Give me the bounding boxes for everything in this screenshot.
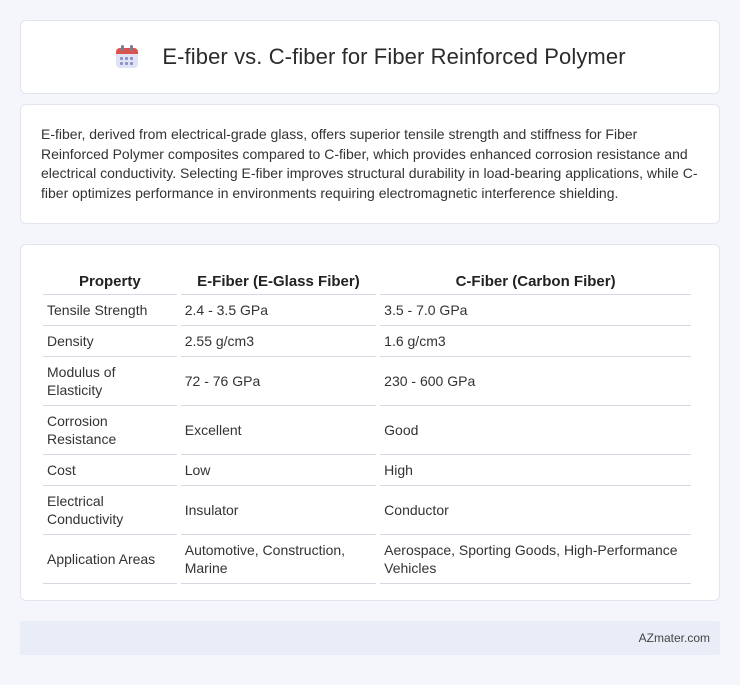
footer-brand: AZmater.com	[638, 631, 710, 645]
e-fiber-cell: 2.55 g/cm3	[180, 326, 377, 357]
title-card: E-fiber vs. C-fiber for Fiber Reinforced…	[20, 20, 720, 94]
intro-paragraph: E-fiber, derived from electrical-grade g…	[41, 126, 698, 201]
e-fiber-cell: Excellent	[180, 406, 377, 455]
property-cell: Application Areas	[43, 535, 177, 584]
property-cell: Modulus of Elasticity	[43, 357, 177, 406]
e-fiber-cell: Automotive, Construction, Marine	[180, 535, 377, 584]
e-fiber-cell: Low	[180, 455, 377, 486]
table-row: Corrosion Resistance Excellent Good	[43, 406, 691, 455]
e-fiber-cell: 2.4 - 3.5 GPa	[180, 295, 377, 326]
table-header-row: Property E-Fiber (E-Glass Fiber) C-Fiber…	[43, 265, 691, 295]
c-fiber-cell: Aerospace, Sporting Goods, High-Performa…	[380, 535, 691, 584]
c-fiber-cell: Good	[380, 406, 691, 455]
header-c-fiber: C-Fiber (Carbon Fiber)	[380, 265, 691, 295]
table-row: Cost Low High	[43, 455, 691, 486]
e-fiber-cell: Insulator	[180, 486, 377, 535]
c-fiber-cell: 3.5 - 7.0 GPa	[380, 295, 691, 326]
property-cell: Cost	[43, 455, 177, 486]
title-wrap: E-fiber vs. C-fiber for Fiber Reinforced…	[114, 44, 626, 70]
table-row: Density 2.55 g/cm3 1.6 g/cm3	[43, 326, 691, 357]
comparison-table-card: Property E-Fiber (E-Glass Fiber) C-Fiber…	[20, 244, 720, 601]
comparison-table: Property E-Fiber (E-Glass Fiber) C-Fiber…	[39, 265, 695, 584]
header-property: Property	[43, 265, 177, 295]
table-row: Electrical Conductivity Insulator Conduc…	[43, 486, 691, 535]
property-cell: Corrosion Resistance	[43, 406, 177, 455]
c-fiber-cell: High	[380, 455, 691, 486]
calendar-icon	[114, 44, 140, 70]
property-cell: Density	[43, 326, 177, 357]
c-fiber-cell: 230 - 600 GPa	[380, 357, 691, 406]
intro-card: E-fiber, derived from electrical-grade g…	[20, 104, 720, 224]
table-row: Application Areas Automotive, Constructi…	[43, 535, 691, 584]
c-fiber-cell: 1.6 g/cm3	[380, 326, 691, 357]
footer: AZmater.com	[20, 621, 720, 655]
c-fiber-cell: Conductor	[380, 486, 691, 535]
e-fiber-cell: 72 - 76 GPa	[180, 357, 377, 406]
property-cell: Electrical Conductivity	[43, 486, 177, 535]
table-row: Tensile Strength 2.4 - 3.5 GPa 3.5 - 7.0…	[43, 295, 691, 326]
page-title: E-fiber vs. C-fiber for Fiber Reinforced…	[162, 44, 626, 69]
table-row: Modulus of Elasticity 72 - 76 GPa 230 - …	[43, 357, 691, 406]
header-e-fiber: E-Fiber (E-Glass Fiber)	[180, 265, 377, 295]
property-cell: Tensile Strength	[43, 295, 177, 326]
